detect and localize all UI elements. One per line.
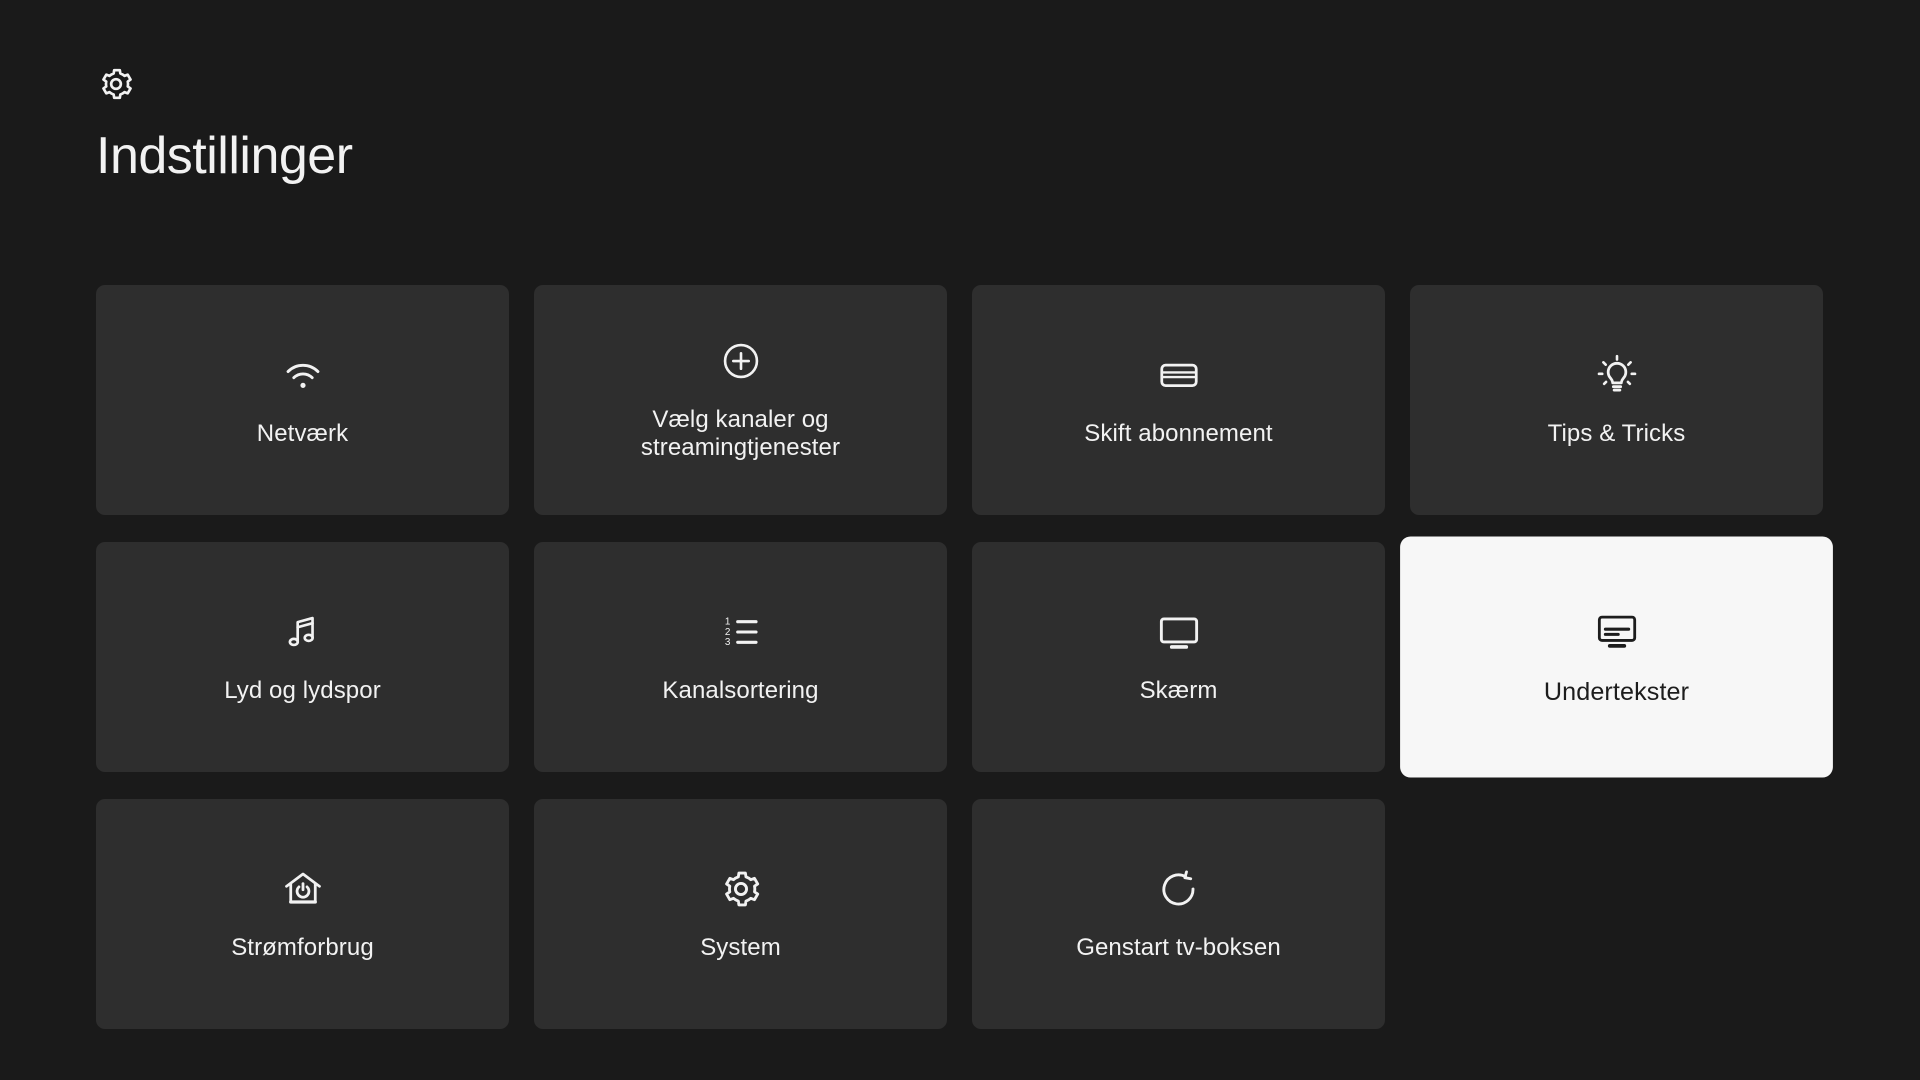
settings-tile-kanalsortering[interactable]: 1 2 3 Kanalsortering xyxy=(534,542,947,772)
restart-icon xyxy=(1156,866,1202,912)
settings-tile-label: Kanalsortering xyxy=(662,676,819,704)
svg-text:3: 3 xyxy=(724,637,730,648)
credit-card-icon xyxy=(1157,352,1201,398)
settings-tile-label: Tips & Tricks xyxy=(1547,419,1686,447)
settings-screen: Indstillinger Netværk Vælg kanaler og st xyxy=(0,0,1920,1080)
settings-tile-label: Netværk xyxy=(256,419,349,447)
page-header: Indstillinger xyxy=(96,64,353,182)
settings-tile-label: Strømforbrug xyxy=(231,933,374,961)
numbered-list-icon: 1 2 3 xyxy=(719,609,763,655)
grid-empty-cell xyxy=(1410,799,1823,1029)
plus-circle-icon xyxy=(720,338,762,384)
settings-tile-netvaerk[interactable]: Netværk xyxy=(96,285,509,515)
settings-grid: Netværk Vælg kanaler og streamingtjenest… xyxy=(96,285,1833,1029)
settings-tile-system[interactable]: System xyxy=(534,799,947,1029)
settings-tile-label: System xyxy=(700,933,781,961)
settings-tile-genstart-tv-boksen[interactable]: Genstart tv-boksen xyxy=(972,799,1385,1029)
settings-tile-label: Lyd og lydspor xyxy=(224,676,381,704)
settings-tile-skaerm[interactable]: Skærm xyxy=(972,542,1385,772)
page-title: Indstillinger xyxy=(96,127,353,185)
settings-tile-label: Genstart tv-boksen xyxy=(1076,933,1281,961)
settings-tile-vaelg-kanaler[interactable]: Vælg kanaler og streamingtjenester xyxy=(534,285,947,515)
settings-tile-label: Skærm xyxy=(1139,676,1218,704)
house-power-icon xyxy=(280,866,326,912)
settings-tile-label: Skift abonnement xyxy=(1084,419,1273,447)
music-note-icon xyxy=(281,609,325,655)
settings-tile-label: Undertekster xyxy=(1543,677,1690,707)
settings-tile-tips-tricks[interactable]: Tips & Tricks xyxy=(1410,285,1823,515)
gear-icon xyxy=(718,866,764,912)
subtitles-icon xyxy=(1592,607,1640,655)
settings-tile-lyd-og-lydspor[interactable]: Lyd og lydspor xyxy=(96,542,509,772)
settings-tile-undertekster[interactable]: Undertekster xyxy=(1400,536,1833,778)
gear-icon xyxy=(96,64,136,104)
monitor-icon xyxy=(1156,609,1202,655)
wifi-icon xyxy=(280,352,326,398)
settings-tile-stroemforbrug[interactable]: Strømforbrug xyxy=(96,799,509,1029)
settings-tile-label: Vælg kanaler og streamingtjenester xyxy=(640,405,841,461)
settings-tile-skift-abonnement[interactable]: Skift abonnement xyxy=(972,285,1385,515)
lightbulb-icon xyxy=(1594,352,1640,398)
